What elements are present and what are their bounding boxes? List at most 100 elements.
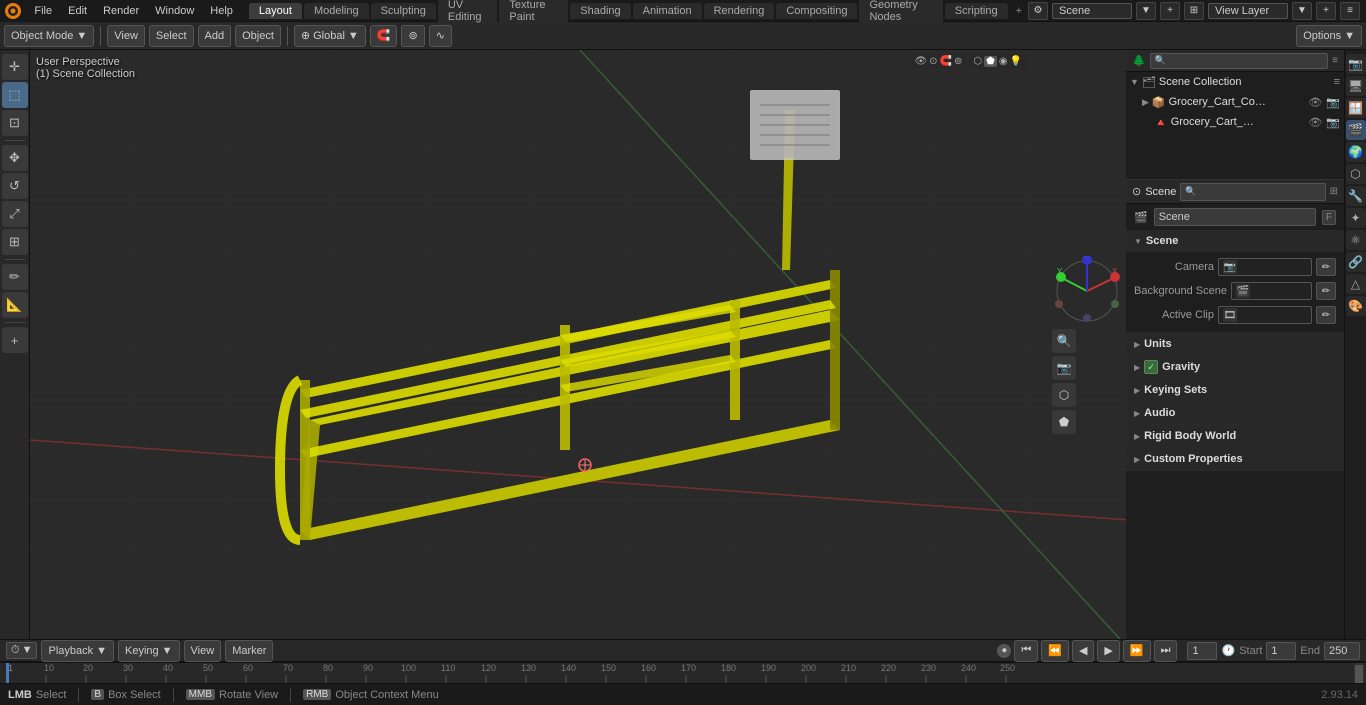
gizmo-widget[interactable]: X Y Z bbox=[1052, 256, 1122, 326]
gravity-section-header[interactable]: ▶ ✓ Gravity bbox=[1126, 356, 1344, 378]
wireframe-shading-btn[interactable]: ⬡ bbox=[973, 56, 982, 67]
keying-btn[interactable]: Keying ▼ bbox=[118, 640, 180, 662]
add-menu-btn[interactable]: Add bbox=[198, 25, 232, 47]
zoom-in-btn[interactable]: 🔍 bbox=[1052, 329, 1076, 353]
active-clip-eyedropper[interactable]: ✏ bbox=[1316, 306, 1336, 324]
frame-time-btn[interactable]: 🕐 bbox=[1221, 644, 1235, 657]
viewport-snap-toggle[interactable]: 🧲 bbox=[940, 56, 952, 67]
prop-tab-object[interactable]: ⬡ bbox=[1346, 164, 1366, 184]
prop-tab-world[interactable]: 🌍 bbox=[1346, 142, 1366, 162]
viewport[interactable]: User Perspective (1) Scene Collection X … bbox=[30, 50, 1126, 639]
menu-help[interactable]: Help bbox=[202, 3, 241, 19]
measure-tool[interactable]: 📐 bbox=[2, 292, 28, 318]
tab-sculpting[interactable]: Sculpting bbox=[371, 3, 436, 19]
view-layer-display[interactable]: View Layer bbox=[1208, 3, 1288, 19]
wireframe-btn[interactable]: ⬡ bbox=[1052, 383, 1076, 407]
scene-settings-btn[interactable]: + bbox=[1160, 2, 1180, 20]
view-menu-btn[interactable]: View bbox=[107, 25, 145, 47]
menu-file[interactable]: File bbox=[26, 3, 60, 19]
fake-user-btn[interactable]: F bbox=[1322, 210, 1336, 225]
menu-edit[interactable]: Edit bbox=[60, 3, 95, 19]
playback-dot[interactable]: ⏺ bbox=[997, 644, 1011, 658]
options-btn[interactable]: Options ▼ bbox=[1296, 25, 1362, 47]
filter-icon[interactable]: ≡ bbox=[1340, 2, 1360, 20]
prop-tab-modifiers[interactable]: 🔧 bbox=[1346, 186, 1366, 206]
properties-search-input[interactable]: 🔍 bbox=[1180, 183, 1325, 201]
object-menu-btn[interactable]: Object bbox=[235, 25, 281, 47]
custom-props-header[interactable]: ▶ Custom Properties bbox=[1126, 448, 1344, 470]
transform-tool[interactable]: ⊞ bbox=[2, 229, 28, 255]
tab-compositing[interactable]: Compositing bbox=[776, 3, 857, 19]
scene-name-display[interactable]: Scene bbox=[1052, 3, 1132, 19]
timeline-scrollbar-thumb[interactable] bbox=[1355, 665, 1363, 683]
move-tool[interactable]: ✥ bbox=[2, 145, 28, 171]
add-primitive-tool[interactable]: + bbox=[2, 327, 28, 353]
view-btn[interactable]: View bbox=[184, 640, 222, 662]
view-layer-add[interactable]: + bbox=[1316, 2, 1336, 20]
prop-tab-material[interactable]: 🎨 bbox=[1346, 296, 1366, 316]
scene-dropdown[interactable]: ▼ bbox=[1136, 2, 1156, 20]
prop-tab-render[interactable]: 📷 bbox=[1346, 54, 1366, 74]
outliner-item-0[interactable]: ▶ 📦 Grocery_Cart_Corral_Single_Y 👁 📷 bbox=[1126, 92, 1344, 112]
view-layer-dropdown[interactable]: ▼ bbox=[1292, 2, 1312, 20]
menu-window[interactable]: Window bbox=[147, 3, 202, 19]
select-box-tool[interactable]: ⊡ bbox=[2, 110, 28, 136]
info-icon-btn[interactable]: ⚙ bbox=[1028, 2, 1048, 20]
proportional-edit-btn[interactable]: ⊚ bbox=[401, 25, 424, 47]
bg-scene-value[interactable]: 🎬 bbox=[1231, 282, 1312, 300]
units-section-header[interactable]: ▶ Units bbox=[1126, 333, 1344, 355]
item-1-visibility-icon[interactable]: 👁 bbox=[1308, 116, 1322, 129]
add-workspace-button[interactable]: + bbox=[1010, 3, 1028, 19]
prop-options-btn[interactable]: ⊞ bbox=[1330, 186, 1338, 197]
viewport-gizmo-toggle[interactable]: ⊙ bbox=[929, 56, 937, 67]
gravity-checkbox[interactable]: ✓ bbox=[1144, 360, 1158, 374]
current-frame-input[interactable]: 1 bbox=[1187, 642, 1217, 660]
step-forward-btn[interactable]: ⏩ bbox=[1123, 640, 1151, 662]
audio-section-header[interactable]: ▶ Audio bbox=[1126, 402, 1344, 424]
rigid-body-header[interactable]: ▶ Rigid Body World bbox=[1126, 425, 1344, 447]
tab-layout[interactable]: Layout bbox=[249, 3, 302, 19]
scene-section-header[interactable]: ▼ Scene bbox=[1126, 230, 1344, 252]
scene-collection-item[interactable]: ▼ 🗂 Scene Collection ≡ bbox=[1126, 72, 1344, 92]
scale-tool[interactable]: ⤢ bbox=[2, 201, 28, 227]
camera-view-btn[interactable]: 📷 bbox=[1052, 356, 1076, 380]
scene-name-field[interactable]: Scene bbox=[1154, 208, 1316, 226]
start-frame-input[interactable]: 1 bbox=[1266, 642, 1296, 660]
jump-end-btn[interactable]: ⏭ bbox=[1154, 640, 1178, 662]
tab-scripting[interactable]: Scripting bbox=[945, 3, 1008, 19]
rendered-shading-btn[interactable]: 💡 bbox=[1010, 56, 1022, 67]
camera-eyedropper[interactable]: ✏ bbox=[1316, 258, 1336, 276]
tab-geometry-nodes[interactable]: Geometry Nodes bbox=[859, 0, 942, 25]
collection-filter-icon[interactable]: ≡ bbox=[1334, 76, 1340, 88]
prop-tab-physics[interactable]: ⚛ bbox=[1346, 230, 1366, 250]
select-tool[interactable]: ⬚ bbox=[2, 82, 28, 108]
active-clip-value[interactable]: 🎞 bbox=[1218, 306, 1312, 324]
viewport-overlay-toggle[interactable]: 👁 bbox=[914, 56, 927, 67]
play-back-btn[interactable]: ◀ bbox=[1072, 640, 1094, 662]
timeline-type-btn[interactable]: ⏱ ▼ bbox=[6, 642, 37, 659]
timeline-scrollbar[interactable] bbox=[1354, 663, 1364, 683]
prop-tab-view-layer[interactable]: 🪟 bbox=[1346, 98, 1366, 118]
camera-prop-value[interactable]: 📷 bbox=[1218, 258, 1312, 276]
item-1-render-icon[interactable]: 📷 bbox=[1326, 116, 1340, 129]
tab-shading[interactable]: Shading bbox=[570, 3, 630, 19]
timeline-ruler[interactable]: 1 10 20 30 40 50 60 70 80 90 1 bbox=[0, 662, 1366, 683]
jump-start-btn[interactable]: ⏮ bbox=[1014, 640, 1038, 662]
outliner-item-1[interactable]: 🔺 Grocery_Cart_Corral_Sinc 👁 📷 bbox=[1126, 112, 1344, 132]
prop-tab-particles[interactable]: ✦ bbox=[1346, 208, 1366, 228]
item-0-render-icon[interactable]: 📷 bbox=[1326, 96, 1340, 109]
solid-shading-btn[interactable]: ⬟ bbox=[984, 56, 997, 67]
outliner-search[interactable]: 🔍 bbox=[1150, 53, 1328, 69]
tab-texture-paint[interactable]: Texture Paint bbox=[499, 0, 568, 25]
cursor-tool[interactable]: ✛ bbox=[2, 54, 28, 80]
material-shading-btn[interactable]: ◉ bbox=[999, 56, 1008, 67]
playback-btn[interactable]: Playback ▼ bbox=[41, 640, 114, 662]
mode-select-dropdown[interactable]: Object Mode ▼ bbox=[4, 25, 94, 47]
viewport-proportional-toggle[interactable]: ⊚ bbox=[954, 56, 962, 67]
annotate-tool[interactable]: ✏ bbox=[2, 264, 28, 290]
end-frame-input[interactable]: 250 bbox=[1324, 642, 1360, 660]
bg-scene-eyedropper[interactable]: ✏ bbox=[1316, 282, 1336, 300]
tab-uv-editing[interactable]: UV Editing bbox=[438, 0, 498, 25]
tab-animation[interactable]: Animation bbox=[633, 3, 702, 19]
snap-btn[interactable]: 🧲 bbox=[370, 25, 398, 47]
